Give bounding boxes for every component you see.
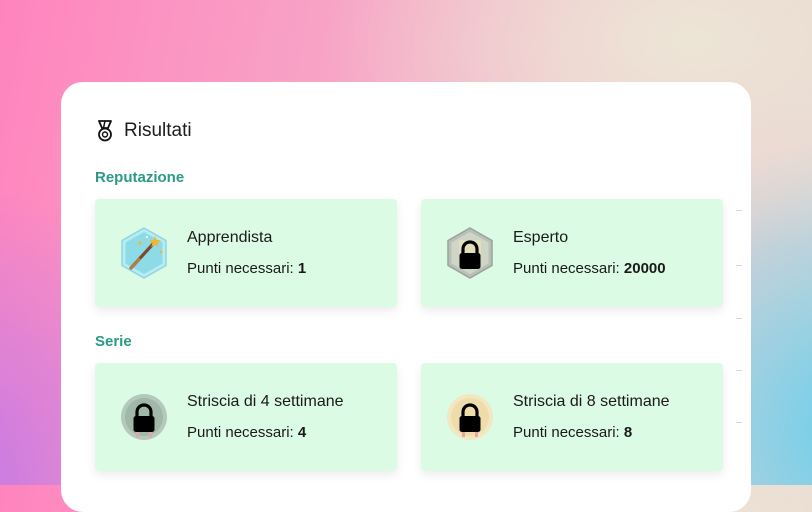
badge-points: Punti necessari: 8 <box>513 424 633 441</box>
lock-circle-icon <box>117 390 171 444</box>
section-label-reputazione: Reputazione <box>95 169 185 186</box>
badge-card-striscia-4[interactable]: Striscia di 4 settimane Punti necessari:… <box>95 363 397 471</box>
points-value: 20000 <box>623 260 666 277</box>
points-value: 8 <box>623 424 633 441</box>
scroll-edge-ticks <box>736 210 744 510</box>
achievements-panel: Risultati Reputazione Apprendista Punti … <box>61 82 751 512</box>
badge-points: Punti necessari: 4 <box>187 424 307 441</box>
points-value: 4 <box>297 424 307 441</box>
section-label-serie: Serie <box>95 333 132 350</box>
badge-name: Striscia di 8 settimane <box>513 393 670 410</box>
magic-wand-hexagon-icon <box>117 226 171 280</box>
medal-icon <box>98 120 112 142</box>
badge-points: Punti necessari: 20000 <box>513 260 666 277</box>
lock-hexagon-icon <box>443 226 497 280</box>
lock-circle-icon <box>443 390 497 444</box>
panel-header: Risultati <box>95 119 192 143</box>
badge-name: Esperto <box>513 229 569 246</box>
panel-title: Risultati <box>124 120 192 141</box>
badge-name: Apprendista <box>187 229 273 246</box>
badge-card-striscia-8[interactable]: Striscia di 8 settimane Punti necessari:… <box>421 363 723 471</box>
badge-name: Striscia di 4 settimane <box>187 393 344 410</box>
badge-card-esperto[interactable]: Esperto Punti necessari: 20000 <box>421 199 723 307</box>
points-value: 1 <box>297 260 307 277</box>
badge-points: Punti necessari: 1 <box>187 260 307 277</box>
badge-card-apprendista[interactable]: Apprendista Punti necessari: 1 <box>95 199 397 307</box>
